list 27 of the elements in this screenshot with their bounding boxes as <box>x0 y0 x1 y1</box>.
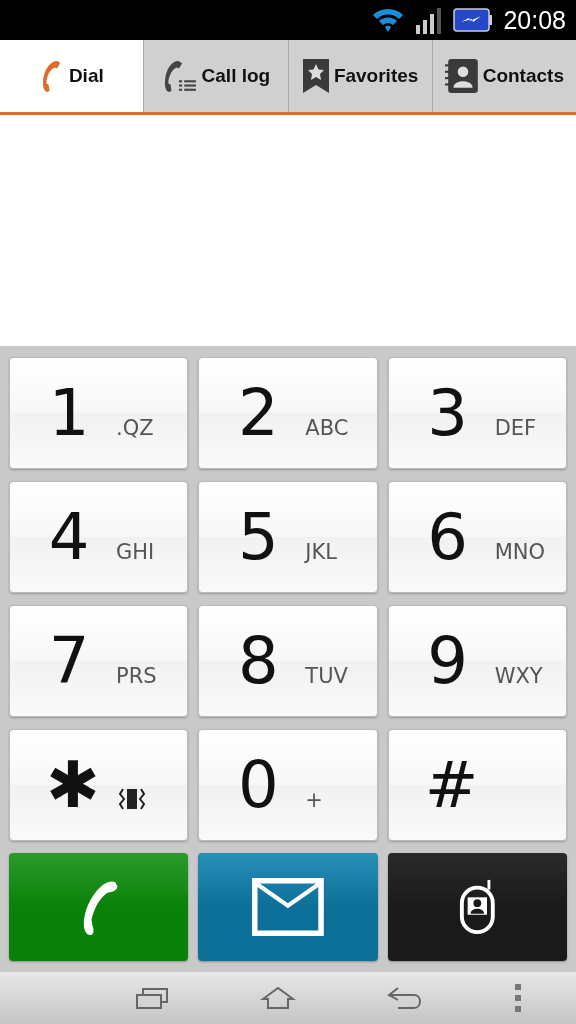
dial-key[interactable]: 1 .QZ <box>9 357 189 469</box>
envelope-icon <box>252 878 324 936</box>
dial-key[interactable]: 8 TUV <box>198 605 378 717</box>
dial-key[interactable]: 5 JKL <box>198 481 378 593</box>
signal-icon <box>415 5 444 35</box>
dial-key[interactable]: 3 DEF <box>387 357 567 469</box>
message-button[interactable] <box>198 853 378 961</box>
clock-time: 20:08 <box>503 5 566 35</box>
dial-key[interactable]: 0 + <box>198 729 378 841</box>
dial-key[interactable]: 4 GHI <box>9 481 189 593</box>
battery-icon <box>453 7 494 33</box>
recent-apps-icon[interactable] <box>135 986 170 1010</box>
contact-button[interactable] <box>387 853 567 961</box>
tab[interactable]: Dial <box>0 40 144 115</box>
vibrate-icon <box>116 786 148 812</box>
call-button[interactable] <box>9 853 189 961</box>
dial-key[interactable]: ✱ <box>9 729 189 841</box>
address-book-icon <box>444 58 479 94</box>
dial-key[interactable]: 7 PRS <box>9 605 189 717</box>
contact-phone-icon <box>458 878 497 936</box>
dial-key[interactable]: 6 MNO <box>387 481 567 593</box>
dial-key[interactable]: 2 ABC <box>198 357 378 469</box>
dial-key[interactable]: 9 WXY <box>387 605 567 717</box>
home-icon[interactable] <box>259 986 296 1010</box>
overflow-menu-icon[interactable] <box>514 984 521 1012</box>
dial-key[interactable]: # <box>387 729 567 841</box>
bookmark-star-icon <box>301 58 330 94</box>
